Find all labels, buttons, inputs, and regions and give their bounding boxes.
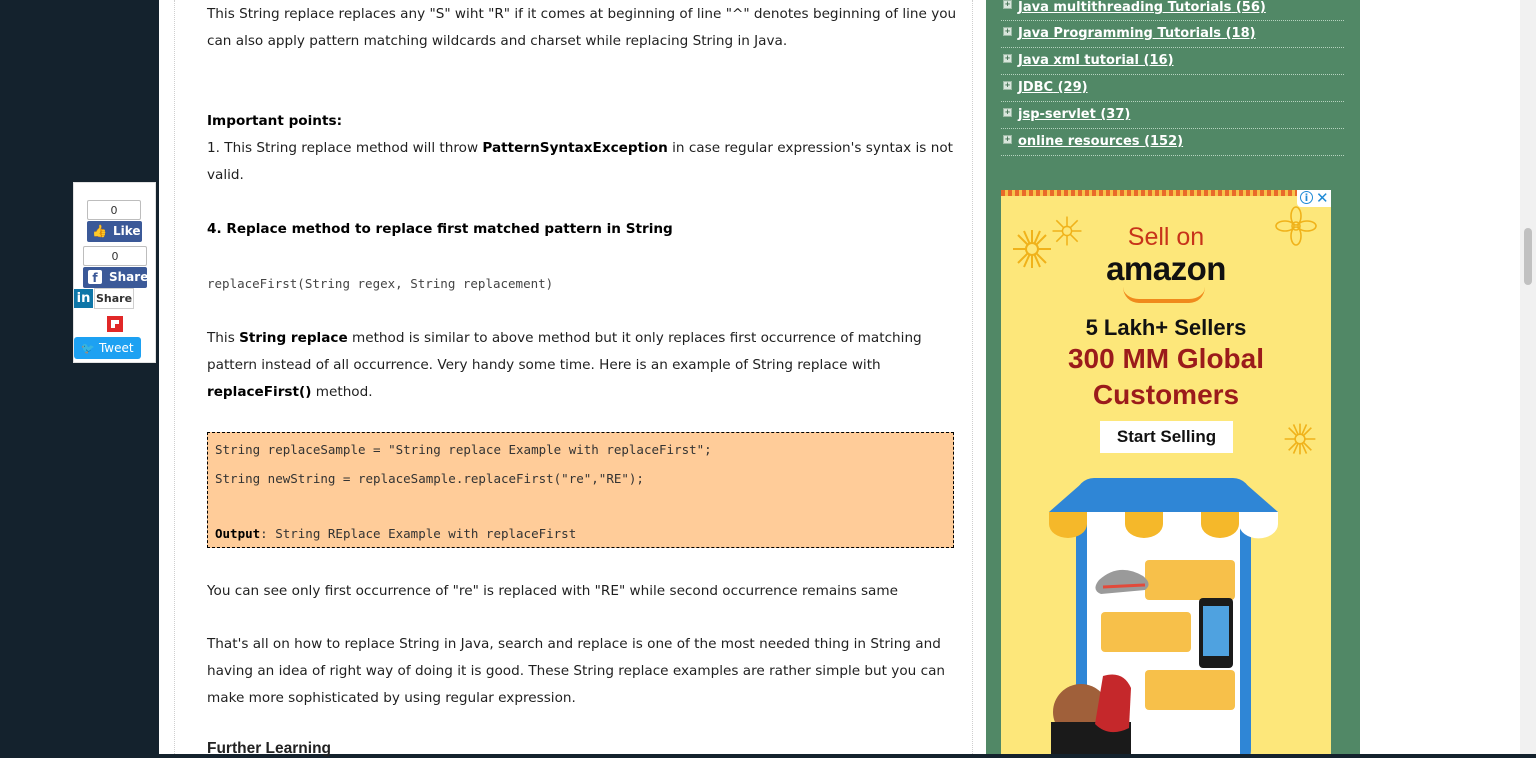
code-output-line: Output: String REplace Example with repl… [215, 526, 577, 541]
facebook-like-button[interactable]: 👍 Like [87, 221, 142, 242]
paragraph-result: You can see only first occurrence of "re… [207, 583, 898, 599]
facebook-share-button[interactable]: f Share [83, 267, 148, 288]
amazon-logo: amazon [1106, 250, 1226, 287]
code-line-2: String newString = replaceSample.replace… [215, 471, 644, 486]
linkedin-share-button[interactable]: Share [94, 288, 134, 309]
plus-bullet-icon: + [1003, 135, 1012, 144]
section-4-heading: 4. Replace method to replace first match… [207, 221, 673, 237]
plus-bullet-icon: + [1003, 81, 1012, 90]
plus-bullet-icon: + [1003, 108, 1012, 117]
label-item[interactable]: + JDBC (29) [1001, 74, 1344, 102]
facebook-share-count: 0 [83, 246, 147, 266]
ad-controls: i ✕ [1297, 190, 1331, 207]
sunburst-decoration-icon [1284, 423, 1316, 455]
ad-top-border [1001, 190, 1331, 196]
label-item[interactable]: + Java xml tutorial (16) [1001, 47, 1344, 75]
linkedin-icon[interactable]: in [74, 289, 93, 308]
label-item[interactable]: + Java multithreading Tutorials (56) [1001, 0, 1344, 21]
social-share-bar: 0 👍 Like 0 f Share in Share 🐦 Tweet [73, 182, 156, 363]
plus-bullet-icon: + [1003, 27, 1012, 36]
main-content-column: This String replace replaces any "S" wih… [174, 0, 973, 757]
amazon-advertisement[interactable]: i ✕ Sell on amazon 5 Lakh+ Sellers 300 M… [1001, 190, 1331, 754]
label-item[interactable]: + Java Programming Tutorials (18) [1001, 20, 1344, 48]
label-link[interactable]: Java multithreading Tutorials (56) [1018, 0, 1266, 15]
label-item[interactable]: + online resources (152) [1001, 128, 1344, 156]
important-point-1: 1. This String replace method will throw… [207, 140, 953, 183]
start-selling-button[interactable]: Start Selling [1100, 421, 1233, 453]
tweet-button[interactable]: 🐦 Tweet [74, 337, 141, 359]
label-link[interactable]: jsp-servlet (37) [1018, 107, 1130, 122]
plus-bullet-icon: + [1003, 54, 1012, 63]
plus-bullet-icon: + [1003, 0, 1012, 9]
label-item[interactable]: + jsp-servlet (37) [1001, 101, 1344, 129]
facebook-like-count: 0 [87, 200, 141, 220]
label-link[interactable]: JDBC (29) [1018, 80, 1088, 95]
amazon-smile-icon [1123, 287, 1205, 303]
page-scrollbar[interactable] [1520, 0, 1536, 754]
method-signature: replaceFirst(String regex, String replac… [207, 276, 554, 291]
paragraph-replacefirst: This String replace method is similar to… [207, 330, 922, 400]
ad-sell-on-text: Sell on [1127, 223, 1205, 251]
storefront-illustration-icon [1049, 478, 1278, 754]
right-sidebar: + Java multithreading Tutorials (56) + J… [986, 0, 1360, 754]
paragraph-intro: This String replace replaces any "S" wih… [207, 6, 957, 49]
close-icon[interactable]: ✕ [1316, 190, 1329, 207]
thumbs-up-icon: 👍 [92, 224, 107, 238]
ad-sellers-text: 5 Lakh+ Sellers [1085, 315, 1247, 340]
code-line-1: String replaceSample = "String replace E… [215, 442, 712, 457]
further-learning-heading: Further Learning [207, 740, 332, 757]
ad-global-text: 300 MM Global Customers [1067, 343, 1265, 410]
paragraph-conclusion: That's all on how to replace String in J… [207, 636, 946, 706]
label-link[interactable]: online resources (152) [1018, 134, 1183, 149]
twitter-bird-icon: 🐦 [81, 342, 96, 355]
scrollbar-thumb[interactable] [1524, 228, 1532, 285]
info-icon[interactable]: i [1300, 191, 1313, 204]
facebook-icon: f [88, 270, 102, 285]
code-example-box: String replaceSample = "String replace E… [207, 432, 954, 548]
flipboard-icon[interactable] [107, 316, 123, 332]
label-link[interactable]: Java Programming Tutorials (18) [1018, 26, 1256, 41]
important-points-heading: Important points: [207, 113, 343, 129]
label-link[interactable]: Java xml tutorial (16) [1018, 53, 1174, 68]
